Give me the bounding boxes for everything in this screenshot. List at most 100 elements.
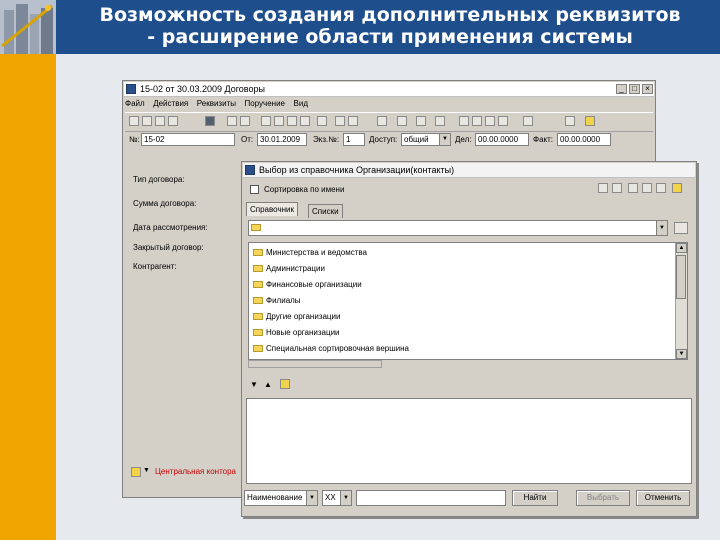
print-icon[interactable]	[261, 116, 271, 126]
scroll-down-icon[interactable]: ▼	[676, 349, 687, 359]
star-icon[interactable]	[656, 183, 666, 193]
date-from-field[interactable]: 30.01.2009	[257, 133, 307, 146]
zoom-icon[interactable]	[585, 116, 595, 126]
card-icon[interactable]	[435, 116, 445, 126]
search-operator-chevron-icon[interactable]: ▼	[340, 491, 351, 505]
list-item[interactable]: Администрации	[253, 262, 325, 276]
due-date-field[interactable]: 00.00.0000	[475, 133, 529, 146]
list-item-label: Специальная сортировочная вершина	[266, 344, 409, 353]
dialog-titlebar: Выбор из справочника Организации(контакт…	[243, 163, 695, 178]
preview-icon[interactable]	[274, 116, 284, 126]
menu-view[interactable]: Вид	[294, 99, 308, 108]
new-doc-icon[interactable]	[129, 116, 139, 126]
menu-assignment[interactable]: Поручение	[244, 99, 285, 108]
tree-icon[interactable]	[397, 116, 407, 126]
search-field-chevron-icon[interactable]: ▼	[306, 491, 317, 505]
fact-date-field[interactable]: 00.00.0000	[557, 133, 611, 146]
refresh-icon[interactable]	[523, 116, 533, 126]
folder-icon[interactable]	[131, 467, 141, 477]
scroll-up-icon[interactable]: ▲	[676, 243, 687, 253]
copy-number-field[interactable]: 1	[343, 133, 365, 146]
open-folder-icon[interactable]	[598, 183, 608, 193]
edit-icon[interactable]	[142, 116, 152, 126]
slide-title-line1: Возможность создания дополнительных рекв…	[99, 4, 681, 26]
fact-label: Факт:	[533, 135, 554, 144]
search-operator-value: XX	[325, 493, 336, 502]
scroll-thumb[interactable]	[676, 255, 686, 299]
next-record-icon[interactable]	[485, 116, 495, 126]
search-input[interactable]	[356, 490, 506, 506]
prev-record-icon[interactable]	[472, 116, 482, 126]
search-field-value: Наименование	[247, 493, 303, 502]
number-label: №:	[129, 135, 140, 144]
access-select[interactable]: общий ▼	[401, 133, 451, 146]
chevron-down-icon[interactable]: ▼	[439, 134, 450, 145]
edit-card-icon[interactable]	[642, 183, 652, 193]
hscroll-track[interactable]	[248, 360, 382, 368]
list-item[interactable]: Другие организации	[253, 310, 340, 324]
select-button[interactable]: Выбрать	[576, 490, 630, 506]
main-menubar: Файл Действия Реквизиты Поручение Вид	[125, 98, 314, 110]
path-chevron-down-icon[interactable]: ▼	[656, 221, 667, 235]
header-fields: №: 15-02 От: 30.01.2009 Экз.№: 1 Доступ:…	[125, 133, 653, 149]
maximize-button[interactable]: □	[629, 84, 640, 94]
delete-icon[interactable]	[240, 116, 250, 126]
left-accent-bar	[0, 54, 56, 540]
hint-icon[interactable]	[672, 183, 682, 193]
menu-actions[interactable]: Действия	[153, 99, 188, 108]
last-record-icon[interactable]	[498, 116, 508, 126]
list-scrollbar[interactable]: ▲ ▼	[675, 243, 687, 359]
tab-lists[interactable]: Списки	[308, 204, 343, 218]
dropdown-arrow-icon[interactable]: ▼	[143, 467, 150, 474]
collapse-up-icon[interactable]: ▲	[264, 380, 272, 389]
access-select-value: общий	[404, 135, 429, 144]
sort-checkbox[interactable]	[250, 185, 259, 194]
list-item-label: Финансовые организации	[266, 280, 362, 289]
document-icon[interactable]	[612, 183, 622, 193]
note-icon[interactable]	[416, 116, 426, 126]
building-logo	[0, 0, 56, 54]
cut-icon[interactable]	[287, 116, 297, 126]
review-date-label: Дата рассмотрения:	[133, 223, 208, 232]
paste-icon[interactable]	[300, 116, 310, 126]
list-item[interactable]: Филиалы	[253, 294, 301, 308]
hint-small-icon[interactable]	[280, 379, 290, 389]
first-record-icon[interactable]	[459, 116, 469, 126]
expand-down-icon[interactable]: ▼	[250, 380, 258, 389]
close-button[interactable]: ×	[642, 84, 653, 94]
search-field-select[interactable]: Наименование ▼	[244, 490, 318, 506]
slide-title-line2: - расширение области применения системы	[147, 26, 633, 48]
attach-icon[interactable]	[168, 116, 178, 126]
find-icon[interactable]	[335, 116, 345, 126]
app-icon	[126, 84, 136, 94]
closed-contract-label: Закрытый договор:	[133, 243, 204, 252]
list-item-label: Новые организации	[266, 328, 340, 337]
help-icon[interactable]	[565, 116, 575, 126]
copy-icon[interactable]	[155, 116, 165, 126]
binoculars-icon[interactable]	[628, 183, 638, 193]
contract-type-label: Тип договора:	[133, 175, 185, 184]
path-select[interactable]: ▼	[248, 220, 668, 236]
go-up-icon[interactable]	[674, 222, 688, 234]
access-label: Доступ:	[369, 135, 398, 144]
list-item[interactable]: Новые организации	[253, 326, 340, 340]
link-icon[interactable]	[348, 116, 358, 126]
save-icon[interactable]	[205, 116, 215, 126]
slide-title: Возможность создания дополнительных рекв…	[62, 4, 718, 48]
menu-file[interactable]: Файл	[125, 99, 145, 108]
list-item[interactable]: Министерства и ведомства	[253, 246, 367, 260]
mail-icon[interactable]	[317, 116, 327, 126]
list-item[interactable]: Специальная сортировочная вершина	[253, 342, 409, 356]
minimize-button[interactable]: _	[616, 84, 627, 94]
find-button[interactable]: Найти	[512, 490, 558, 506]
number-field[interactable]: 15-02	[141, 133, 235, 146]
tab-directory[interactable]: Справочник	[246, 202, 298, 216]
settings-icon[interactable]	[377, 116, 387, 126]
cancel-button[interactable]: Отменить	[636, 490, 690, 506]
list-item[interactable]: Финансовые организации	[253, 278, 362, 292]
menu-requisites[interactable]: Реквизиты	[197, 99, 236, 108]
wand-icon[interactable]	[227, 116, 237, 126]
list-item-label: Министерства и ведомства	[266, 248, 368, 257]
search-operator-select[interactable]: XX ▼	[322, 490, 352, 506]
main-window-titlebar: 15-02 от 30.03.2009 Договоры _ □ ×	[124, 82, 654, 97]
